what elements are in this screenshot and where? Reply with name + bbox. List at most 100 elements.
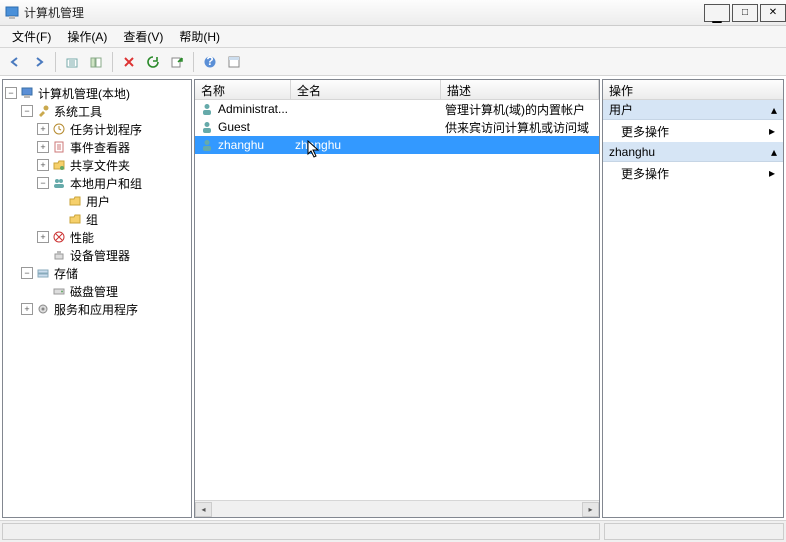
collapse-icon[interactable]: − xyxy=(21,105,33,117)
column-fullname[interactable]: 全名 xyxy=(291,80,441,99)
action-more-users[interactable]: 更多操作 ▸ xyxy=(603,120,783,142)
maximize-button[interactable]: □ xyxy=(732,4,758,22)
expand-icon[interactable]: + xyxy=(37,159,49,171)
menu-file[interactable]: 文件(F) xyxy=(6,26,57,47)
spacer xyxy=(37,249,49,261)
tree-event-viewer[interactable]: + 事件查看器 xyxy=(5,138,189,156)
horizontal-scrollbar[interactable]: ◂ ▸ xyxy=(195,500,599,517)
action-panel: 操作 用户 ▴ 更多操作 ▸ zhanghu ▴ 更多操作 ▸ xyxy=(602,79,784,518)
tree-device-manager[interactable]: 设备管理器 xyxy=(5,246,189,264)
computer-management-icon xyxy=(19,85,35,101)
help-button[interactable]: ? xyxy=(199,51,221,73)
menu-bar: 文件(F) 操作(A) 查看(V) 帮助(H) xyxy=(0,26,786,48)
tree-disk-management[interactable]: 磁盘管理 xyxy=(5,282,189,300)
table-row[interactable]: Guest 供来宾访问计算机或访问域 xyxy=(195,118,599,136)
properties-button[interactable] xyxy=(223,51,245,73)
tree-root[interactable]: − 计算机管理(本地) xyxy=(5,84,189,102)
tree-system-tools[interactable]: − 系统工具 xyxy=(5,102,189,120)
action-group-zhanghu[interactable]: zhanghu ▴ xyxy=(603,142,783,162)
tree-label: 性能 xyxy=(70,229,94,246)
scroll-right-button[interactable]: ▸ xyxy=(582,502,599,517)
tree-services-apps[interactable]: + 服务和应用程序 xyxy=(5,300,189,318)
folder-icon xyxy=(67,211,83,227)
cell-description: 供来宾访问计算机或访问域 xyxy=(441,119,599,136)
user-icon xyxy=(199,101,215,117)
storage-icon xyxy=(35,265,51,281)
tree-label: 组 xyxy=(86,211,98,228)
tree-label: 系统工具 xyxy=(54,103,102,120)
cell-name: Guest xyxy=(218,120,250,134)
expand-icon[interactable]: + xyxy=(21,303,33,315)
column-description[interactable]: 描述 xyxy=(441,80,599,99)
tree-groups[interactable]: 组 xyxy=(5,210,189,228)
action-group-users[interactable]: 用户 ▴ xyxy=(603,100,783,120)
spacer xyxy=(53,213,65,225)
table-row[interactable]: Administrat...管理计算机(域)的内置帐户 xyxy=(195,100,599,118)
device-manager-icon xyxy=(51,247,67,263)
tree-label: 存储 xyxy=(54,265,78,282)
expand-icon[interactable]: + xyxy=(37,231,49,243)
cell-fullname: zhanghu xyxy=(291,138,441,152)
user-icon xyxy=(199,119,215,135)
status-cell xyxy=(604,523,784,540)
status-bar xyxy=(0,520,786,542)
status-cell xyxy=(2,523,600,540)
tree-local-users-groups[interactable]: − 本地用户和组 xyxy=(5,174,189,192)
action-panel-title: 操作 xyxy=(603,80,783,100)
table-row[interactable]: zhanghu zhanghu xyxy=(195,136,599,154)
action-more-zhanghu[interactable]: 更多操作 ▸ xyxy=(603,162,783,184)
user-icon xyxy=(199,137,215,153)
expand-icon[interactable]: + xyxy=(37,141,49,153)
window-title: 计算机管理 xyxy=(24,4,702,21)
disk-icon xyxy=(51,283,67,299)
minimize-button[interactable]: ▁ xyxy=(704,4,730,22)
list-body: Administrat...管理计算机(域)的内置帐户 Guest 供来宾访问计算机… xyxy=(195,100,599,500)
delete-button[interactable] xyxy=(118,51,140,73)
export-button[interactable] xyxy=(166,51,188,73)
forward-button[interactable] xyxy=(28,51,50,73)
chevron-up-icon: ▴ xyxy=(771,145,777,159)
performance-icon xyxy=(51,229,67,245)
tools-icon xyxy=(35,103,51,119)
tree-panel: − 计算机管理(本地) − 系统工具 + 任务计划程序 + 事件查看器 + xyxy=(2,79,192,518)
toolbar: ? xyxy=(0,48,786,76)
menu-action[interactable]: 操作(A) xyxy=(61,26,113,47)
cell-name: zhanghu xyxy=(218,138,264,152)
tree-label: 设备管理器 xyxy=(70,247,130,264)
collapse-icon[interactable]: − xyxy=(5,87,17,99)
collapse-icon[interactable]: − xyxy=(37,177,49,189)
toolbar-separator xyxy=(193,52,194,72)
refresh-button[interactable] xyxy=(142,51,164,73)
main-area: − 计算机管理(本地) − 系统工具 + 任务计划程序 + 事件查看器 + xyxy=(0,76,786,520)
toolbar-separator xyxy=(112,52,113,72)
menu-help[interactable]: 帮助(H) xyxy=(173,26,226,47)
tree-users[interactable]: 用户 xyxy=(5,192,189,210)
back-button[interactable] xyxy=(4,51,26,73)
action-label: 更多操作 xyxy=(621,123,669,140)
expand-icon[interactable]: + xyxy=(37,123,49,135)
close-button[interactable]: ✕ xyxy=(760,4,786,22)
tree-label: 用户 xyxy=(86,193,110,210)
menu-view[interactable]: 查看(V) xyxy=(117,26,169,47)
tree-performance[interactable]: + 性能 xyxy=(5,228,189,246)
content-panel: 名称 全名 描述 Administrat...管理计算机(域)的内置帐户Gues… xyxy=(194,79,600,518)
tree-storage[interactable]: − 存储 xyxy=(5,264,189,282)
column-name[interactable]: 名称 xyxy=(195,80,291,99)
title-bar: 计算机管理 ▁ □ ✕ xyxy=(0,0,786,26)
action-group-label: zhanghu xyxy=(609,145,655,159)
folder-icon xyxy=(67,193,83,209)
collapse-icon[interactable]: − xyxy=(21,267,33,279)
spacer xyxy=(53,195,65,207)
tree-label: 本地用户和组 xyxy=(70,175,142,192)
list-header: 名称 全名 描述 xyxy=(195,80,599,100)
action-group-label: 用户 xyxy=(609,101,633,118)
up-button[interactable] xyxy=(61,51,83,73)
tree-task-scheduler[interactable]: + 任务计划程序 xyxy=(5,120,189,138)
scroll-left-button[interactable]: ◂ xyxy=(195,502,212,517)
tree-shared-folders[interactable]: + 共享文件夹 xyxy=(5,156,189,174)
tree-label: 任务计划程序 xyxy=(70,121,142,138)
chevron-right-icon: ▸ xyxy=(769,166,775,180)
spacer xyxy=(37,285,49,297)
svg-text:?: ? xyxy=(206,55,213,68)
show-hide-tree-button[interactable] xyxy=(85,51,107,73)
